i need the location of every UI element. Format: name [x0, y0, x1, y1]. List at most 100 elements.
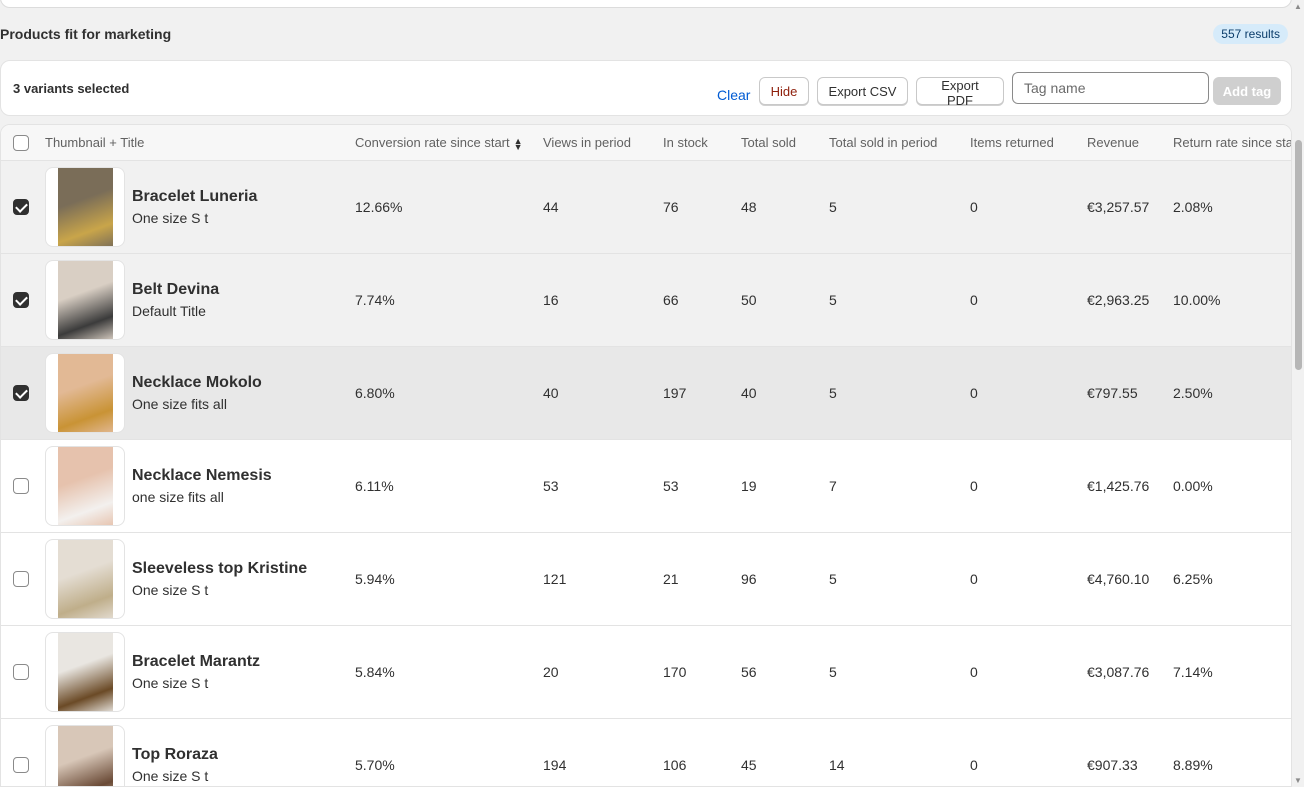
cell-sold-period: 5	[829, 664, 837, 680]
cell-total-sold: 40	[741, 385, 757, 401]
row-checkbox[interactable]	[13, 292, 29, 308]
cell-return-rate: 2.08%	[1173, 199, 1213, 215]
product-thumbnail[interactable]	[45, 446, 125, 526]
cell-return-rate: 0.00%	[1173, 478, 1213, 494]
product-thumbnail[interactable]	[45, 260, 125, 340]
product-title[interactable]: Sleeveless top Kristine	[132, 560, 307, 578]
hide-button[interactable]: Hide	[759, 77, 809, 105]
product-image	[58, 726, 113, 786]
product-thumbnail[interactable]	[45, 167, 125, 247]
cell-views: 121	[543, 571, 567, 587]
header-returned[interactable]: Items returned	[970, 135, 1054, 150]
cell-total-sold: 48	[741, 199, 757, 215]
product-image	[58, 168, 113, 246]
cell-revenue: €4,760.10	[1087, 571, 1150, 587]
header-conversion-label: Conversion rate since start	[355, 135, 510, 150]
header-return-rate[interactable]: Return rate since start	[1173, 135, 1291, 150]
row-checkbox[interactable]	[13, 664, 29, 680]
table-row[interactable]: Necklace Mokolo One size fits all 6.80% 40 1…	[1, 347, 1291, 440]
product-title[interactable]: Bracelet Luneria	[132, 188, 257, 206]
product-variant: One size S t	[132, 582, 209, 598]
scroll-up-icon[interactable]: ▲	[1294, 2, 1302, 11]
cell-returned: 0	[970, 292, 978, 308]
cell-returned: 0	[970, 571, 978, 587]
page-scrollbar[interactable]: ▲ ▼	[1292, 0, 1304, 787]
bulk-actions-bar: 3 variants selected Clear Hide Export CS…	[0, 60, 1292, 116]
product-title[interactable]: Belt Devina	[132, 281, 219, 299]
export-csv-button[interactable]: Export CSV	[817, 77, 908, 105]
cell-views: 44	[543, 199, 559, 215]
cell-returned: 0	[970, 757, 978, 773]
cell-total-sold: 56	[741, 664, 757, 680]
cell-in-stock: 66	[663, 292, 679, 308]
scrollbar-thumb[interactable]	[1295, 140, 1302, 370]
product-variant: One size fits all	[132, 396, 227, 412]
product-thumbnail[interactable]	[45, 725, 125, 786]
cell-return-rate: 10.00%	[1173, 292, 1221, 308]
product-thumbnail[interactable]	[45, 539, 125, 619]
product-title[interactable]: Bracelet Marantz	[132, 653, 260, 671]
cell-revenue: €907.33	[1087, 757, 1138, 773]
cell-returned: 0	[970, 478, 978, 494]
table-row[interactable]: Bracelet Luneria One size S t 12.66% 44 76 48…	[1, 161, 1291, 254]
header-sold-period[interactable]: Total sold in period	[829, 135, 937, 150]
row-checkbox[interactable]	[13, 571, 29, 587]
cell-returned: 0	[970, 385, 978, 401]
cell-in-stock: 53	[663, 478, 679, 494]
product-title[interactable]: Necklace Nemesis	[132, 467, 272, 485]
product-image	[58, 633, 113, 711]
scroll-down-icon[interactable]: ▼	[1294, 776, 1302, 785]
results-count-badge: 557 results	[1213, 24, 1288, 44]
product-image	[58, 447, 113, 525]
product-variant: One size S t	[132, 768, 209, 784]
clear-selection-button[interactable]: Clear	[717, 87, 750, 103]
header-title[interactable]: Thumbnail + Title	[45, 135, 144, 150]
table-header: Thumbnail + Title Conversion rate since …	[1, 125, 1291, 161]
row-checkbox[interactable]	[13, 478, 29, 494]
cell-sold-period: 5	[829, 571, 837, 587]
cell-sold-period: 5	[829, 385, 837, 401]
product-image	[58, 354, 113, 432]
cell-total-sold: 45	[741, 757, 757, 773]
products-table: Thumbnail + Title Conversion rate since …	[0, 124, 1292, 787]
cell-revenue: €1,425.76	[1087, 478, 1150, 494]
cell-conversion: 5.94%	[355, 571, 395, 587]
cell-returned: 0	[970, 199, 978, 215]
product-title[interactable]: Necklace Mokolo	[132, 374, 262, 392]
cell-total-sold: 50	[741, 292, 757, 308]
header-revenue[interactable]: Revenue	[1087, 135, 1139, 150]
selected-count: 3 variants selected	[13, 81, 130, 96]
product-thumbnail[interactable]	[45, 632, 125, 712]
export-pdf-button[interactable]: Export PDF	[916, 77, 1004, 108]
cell-conversion: 6.11%	[355, 478, 394, 494]
table-row[interactable]: Necklace Nemesis one size fits all 6.11% 53…	[1, 440, 1291, 533]
cell-revenue: €2,963.25	[1087, 292, 1150, 308]
select-all-checkbox[interactable]	[13, 135, 29, 151]
cell-total-sold: 19	[741, 478, 757, 494]
row-checkbox[interactable]	[13, 757, 29, 773]
cell-sold-period: 5	[829, 292, 837, 308]
cell-views: 40	[543, 385, 559, 401]
product-image	[58, 261, 113, 339]
cell-conversion: 5.84%	[355, 664, 395, 680]
header-conversion[interactable]: Conversion rate since start ▲ ▼	[355, 135, 523, 152]
header-views[interactable]: Views in period	[543, 135, 631, 150]
header-total-sold[interactable]: Total sold	[741, 135, 796, 150]
header-in-stock[interactable]: In stock	[663, 135, 708, 150]
sort-icon: ▲ ▼	[513, 135, 523, 152]
cell-in-stock: 197	[663, 385, 687, 401]
table-row[interactable]: Bracelet Marantz One size S t 5.84% 20 170 56…	[1, 626, 1291, 719]
add-tag-button[interactable]: Add tag	[1213, 77, 1281, 105]
product-title[interactable]: Top Roraza	[132, 746, 218, 764]
cell-return-rate: 7.14%	[1173, 664, 1213, 680]
tag-name-input[interactable]	[1012, 72, 1209, 104]
table-row[interactable]: Sleeveless top Kristine One size S t 5.94%…	[1, 533, 1291, 626]
table-row[interactable]: Belt Devina Default Title 7.74% 16 66 50 5 0 €2,…	[1, 254, 1291, 347]
product-thumbnail[interactable]	[45, 353, 125, 433]
cell-in-stock: 170	[663, 664, 687, 680]
table-row[interactable]: Top Roraza One size S t 5.70% 194 106 45 14 0 €9…	[1, 719, 1291, 786]
cell-sold-period: 14	[829, 757, 845, 773]
product-variant: one size fits all	[132, 489, 224, 505]
row-checkbox[interactable]	[13, 385, 29, 401]
row-checkbox[interactable]	[13, 199, 29, 215]
